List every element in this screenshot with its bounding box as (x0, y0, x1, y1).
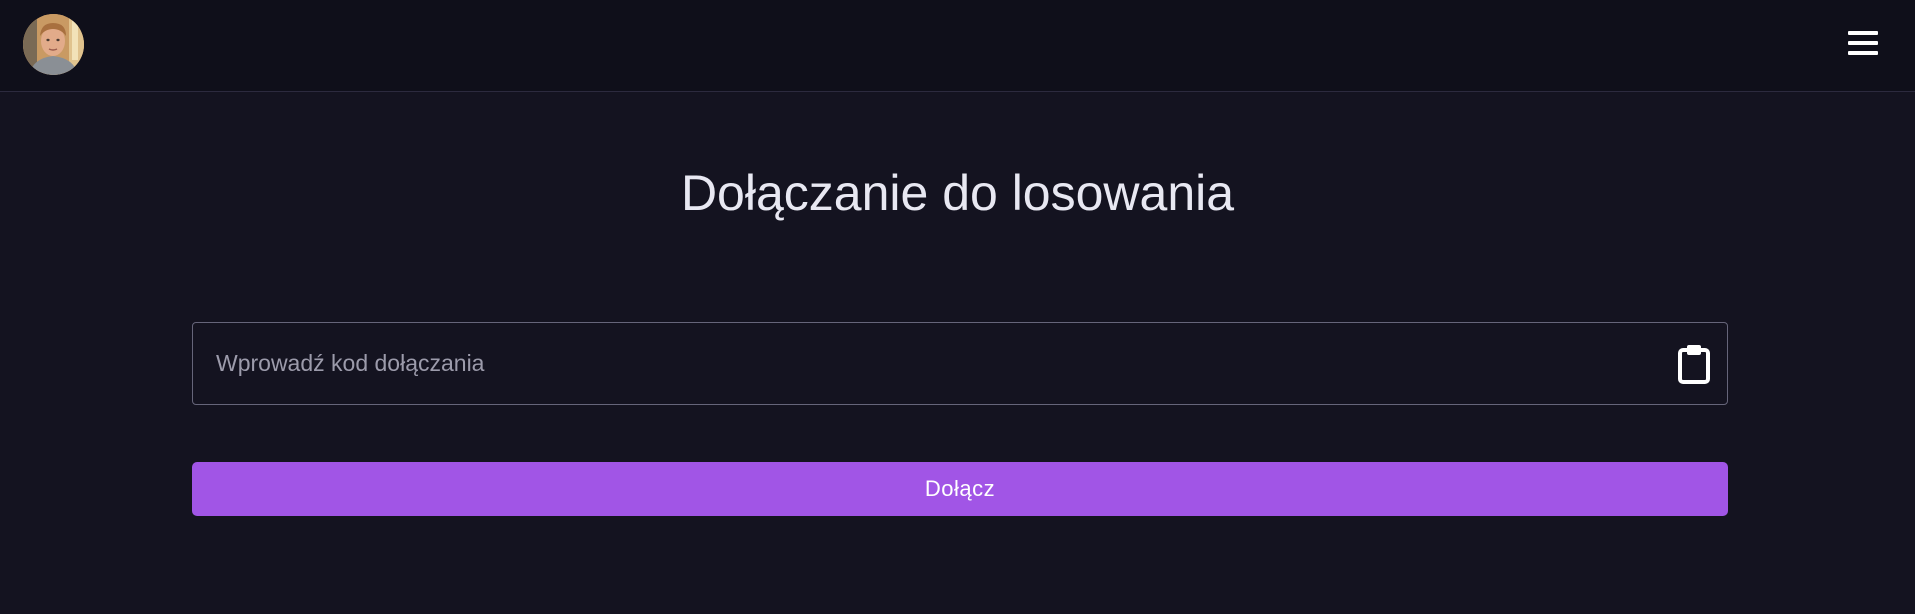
hamburger-menu-icon[interactable] (1844, 28, 1882, 60)
menu-line (1848, 51, 1878, 55)
menu-line (1848, 31, 1878, 35)
join-code-field (192, 322, 1728, 405)
join-code-input[interactable] (216, 323, 1656, 404)
clipboard-icon[interactable] (1676, 344, 1712, 384)
join-button[interactable]: Dołącz (192, 462, 1728, 516)
page-title: Dołączanie do losowania (680, 165, 1235, 221)
user-avatar[interactable] (23, 14, 84, 75)
user-avatar-photo-icon (23, 14, 84, 75)
menu-line (1848, 41, 1878, 45)
top-navigation-bar (0, 0, 1915, 92)
